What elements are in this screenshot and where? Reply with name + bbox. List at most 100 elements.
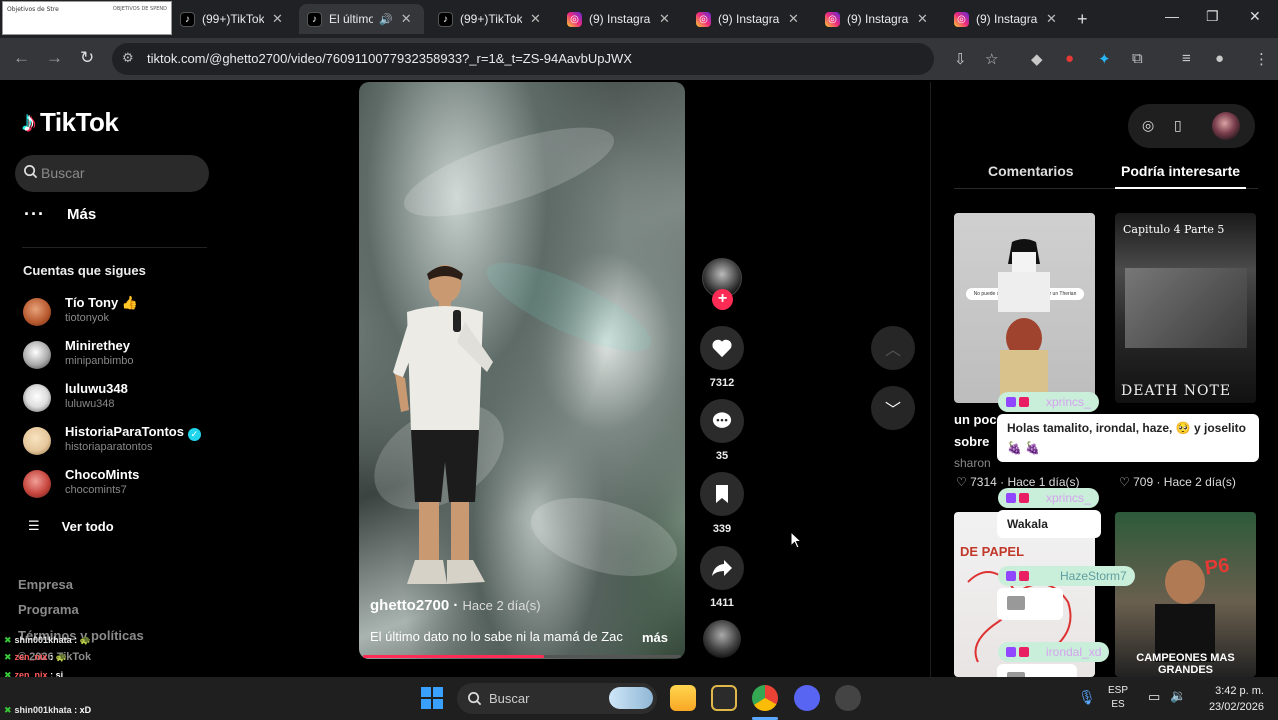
account-name: luluwu348 xyxy=(65,381,128,396)
avatar xyxy=(23,384,51,412)
chat-username-badge: xprincs_ xyxy=(998,488,1099,508)
file-explorer-icon[interactable] xyxy=(670,685,696,711)
card-stats: ♡ 7314 · Hace 1 día(s) xyxy=(956,475,1080,489)
like-button[interactable] xyxy=(700,326,744,370)
chat-username: xprincs_ xyxy=(1046,395,1091,409)
heart-badge-icon xyxy=(1019,647,1029,657)
card-figure xyxy=(998,239,1050,400)
more-menu-item[interactable]: ··· Más xyxy=(24,204,96,225)
sub-badge-icon xyxy=(1006,647,1016,657)
back-icon[interactable]: ← xyxy=(13,48,30,68)
next-video-button[interactable]: ﹀ xyxy=(871,386,915,430)
follow-plus-button[interactable]: + xyxy=(712,289,733,310)
profile-icon[interactable]: ● xyxy=(1215,50,1224,67)
forward-icon[interactable]: → xyxy=(46,48,63,68)
weather-widget-icon xyxy=(609,687,653,709)
stream-chat-text: 🐢 xyxy=(79,635,91,645)
extensions-puzzle-icon[interactable]: ⧉ xyxy=(1132,50,1143,67)
tab-comments[interactable]: Comentarios xyxy=(988,163,1074,179)
close-window-icon[interactable]: ✕ xyxy=(1249,8,1261,25)
new-tab-icon[interactable]: + xyxy=(1077,9,1088,30)
install-icon[interactable]: ⇩ xyxy=(954,50,967,68)
followed-account[interactable]: Minirethey minipanbimbo xyxy=(23,338,213,372)
close-icon[interactable]: ✕ xyxy=(788,11,799,27)
media-control-icon[interactable]: ≡ xyxy=(1182,50,1191,67)
close-icon[interactable]: ✕ xyxy=(917,11,928,27)
card-title-line2: sobre xyxy=(954,434,990,449)
comment-button[interactable] xyxy=(700,399,744,443)
settings-gear-icon[interactable] xyxy=(835,685,861,711)
recommended-video-card[interactable]: P6 CAMPEONES MAS GRANDES xyxy=(1115,512,1256,677)
video-progress-fill xyxy=(363,655,545,658)
mod-badge-icon: ✖ xyxy=(4,635,12,645)
reload-icon[interactable]: ↻ xyxy=(80,48,94,68)
site-info-icon[interactable]: ⚙ xyxy=(122,50,134,66)
microphone-icon[interactable]: 🎙 xyxy=(1078,689,1096,706)
card-title[interactable]: un poc xyxy=(954,412,997,427)
restore-icon[interactable]: ❐ xyxy=(1206,8,1219,25)
save-button[interactable] xyxy=(700,472,744,516)
notepad-app-icon[interactable] xyxy=(711,685,737,711)
close-icon[interactable]: ✕ xyxy=(1046,11,1057,27)
like-count: 7312 xyxy=(709,377,735,389)
recommended-video-card[interactable]: No puede ser me acaba de morder un Theri… xyxy=(954,213,1095,403)
adblock-icon[interactable]: ● xyxy=(1065,50,1074,67)
address-bar[interactable]: ⚙ tiktok.com/@ghetto2700/video/760911007… xyxy=(112,43,934,75)
mobile-device-icon[interactable]: ▯ xyxy=(1174,117,1182,134)
tiktok-logo[interactable]: ♪ TikTok xyxy=(22,106,119,138)
search-input[interactable]: Buscar xyxy=(15,155,209,192)
translate-extension-icon[interactable]: ✦ xyxy=(1098,50,1111,68)
footer-link-empresa[interactable]: Empresa xyxy=(18,577,73,592)
card-author[interactable]: sharon xyxy=(954,456,991,470)
previous-video-button[interactable]: ︿ xyxy=(871,326,915,370)
close-icon[interactable]: ✕ xyxy=(401,11,412,27)
video-progress-bar[interactable] xyxy=(363,655,681,658)
top-actions-pill: ◎ ▯ xyxy=(1128,104,1255,148)
footer-link-programa[interactable]: Programa xyxy=(18,602,79,617)
card-stats-text: 7314 · Hace 1 día(s) xyxy=(970,475,1080,489)
recommended-video-card[interactable]: Capitulo 4 Parte 5 DEATH NOTE xyxy=(1115,213,1256,403)
tab-instagram-3[interactable]: ◎ (9) Instagram ✕ xyxy=(817,4,936,34)
account-name: Minirethey xyxy=(65,338,131,353)
verified-badge-icon: ✓ xyxy=(187,428,201,441)
sound-disc-avatar[interactable] xyxy=(703,620,741,658)
video-player[interactable] xyxy=(359,82,685,659)
network-icon[interactable]: ▭ xyxy=(1148,689,1160,705)
followed-account[interactable]: HistoriaParaTontos ✓ historiaparatontos xyxy=(23,424,213,458)
followed-account[interactable]: Tío Tony 👍 tiotonyok xyxy=(23,295,213,329)
tab-you-may-like[interactable]: Podría interesarte xyxy=(1121,163,1240,179)
language-indicator[interactable]: ESP ES xyxy=(1108,684,1128,712)
minimize-icon[interactable]: — xyxy=(1165,8,1179,24)
user-avatar[interactable] xyxy=(1212,112,1240,140)
followed-account[interactable]: ChocoMints chocomints7 xyxy=(23,467,213,501)
following-title: Cuentas que sigues xyxy=(23,263,146,278)
close-icon[interactable]: ✕ xyxy=(272,11,283,27)
tab-active-video[interactable]: ♪ El último 🔊 ✕ xyxy=(299,4,424,34)
bookmark-star-icon[interactable]: ☆ xyxy=(985,50,998,68)
tab-tiktok-1[interactable]: ♪ (99+)TikTok ✕ xyxy=(172,4,291,34)
extension-icon[interactable]: ◆ xyxy=(1031,50,1043,68)
close-icon[interactable]: ✕ xyxy=(530,11,541,27)
tab-instagram-1[interactable]: ◎ (9) Instagram ✕ xyxy=(559,4,678,34)
video-author[interactable]: ghetto2700 · Hace 2 día(s) xyxy=(370,597,541,614)
system-clock[interactable]: 3:42 p. m. 23/02/2026 xyxy=(1196,683,1264,715)
chrome-menu-icon[interactable]: ⋮ xyxy=(1254,50,1269,68)
taskbar-search[interactable]: Buscar xyxy=(457,683,657,714)
close-icon[interactable]: ✕ xyxy=(659,11,670,27)
followed-account[interactable]: luluwu348 luluwu348 xyxy=(23,381,213,415)
share-button[interactable] xyxy=(700,546,744,590)
see-all-link[interactable]: ☰ Ver todo xyxy=(28,518,114,534)
speaker-icon[interactable]: 🔊 xyxy=(379,13,393,26)
tab-instagram-2[interactable]: ◎ (9) Instagram ✕ xyxy=(688,4,807,34)
coins-icon[interactable]: ◎ xyxy=(1142,117,1154,134)
description-more-button[interactable]: más xyxy=(642,630,668,645)
instagram-icon: ◎ xyxy=(954,11,969,27)
windows-start-icon[interactable] xyxy=(421,687,443,709)
tab-tiktok-2[interactable]: ♪ (99+)TikTok ✕ xyxy=(430,4,549,34)
chat-username-badge: xprincs_ xyxy=(998,392,1099,412)
account-name: Tío Tony 👍 xyxy=(65,295,138,310)
volume-icon[interactable]: 🔉 xyxy=(1170,688,1186,704)
chrome-icon[interactable] xyxy=(752,685,778,711)
discord-icon[interactable] xyxy=(794,685,820,711)
tab-instagram-4[interactable]: ◎ (9) Instagram ✕ xyxy=(946,4,1065,34)
